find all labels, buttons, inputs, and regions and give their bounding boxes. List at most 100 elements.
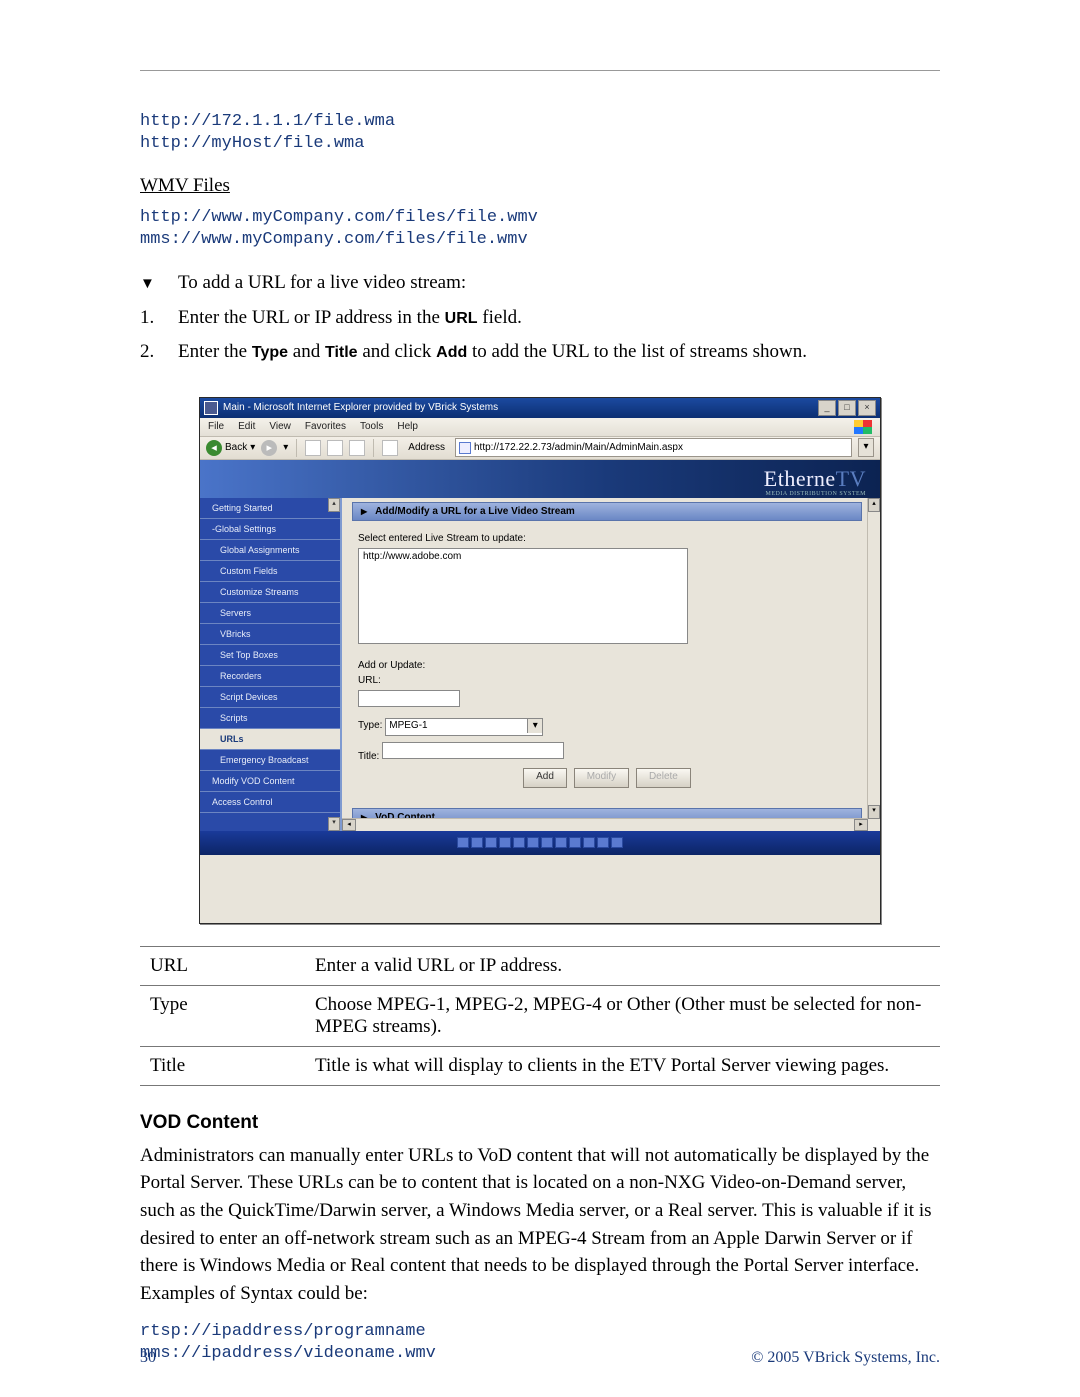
scroll-left-icon[interactable]: ◂ bbox=[342, 819, 356, 831]
vertical-scrollbar[interactable]: ▴ ▾ bbox=[867, 498, 880, 831]
step-number: 2. bbox=[140, 338, 158, 367]
sidebar-item-scripts[interactable]: Scripts bbox=[200, 708, 340, 729]
dropdown-icon: ▾ bbox=[250, 442, 255, 453]
scroll-down-icon[interactable]: ▾ bbox=[868, 805, 880, 819]
term: Title bbox=[140, 1046, 305, 1085]
address-dropdown[interactable]: ▾ bbox=[858, 438, 874, 457]
term: Type bbox=[140, 985, 305, 1046]
maximize-button[interactable]: □ bbox=[838, 400, 856, 416]
app-footer bbox=[200, 831, 880, 855]
sidebar-item-recorders[interactable]: Recorders bbox=[200, 666, 340, 687]
page-number: 30 bbox=[140, 1349, 156, 1367]
toolbar: ◂ Back ▾ ▸ ▾ Address http://172.22.2.73/… bbox=[200, 437, 880, 460]
minimize-button[interactable]: _ bbox=[818, 400, 836, 416]
url-label: URL: bbox=[358, 675, 381, 686]
scroll-down-icon[interactable]: ▾ bbox=[328, 817, 340, 831]
address-label: Address bbox=[404, 442, 449, 453]
sidebar-item-servers[interactable]: Servers bbox=[200, 603, 340, 624]
scroll-up-icon[interactable]: ▴ bbox=[868, 498, 880, 512]
address-bar[interactable]: http://172.22.2.73/admin/Main/AdminMain.… bbox=[455, 438, 852, 457]
arrow-icon: ▶ bbox=[361, 507, 367, 516]
main-panel: ▶ Add/Modify a URL for a Live Video Stre… bbox=[342, 498, 880, 831]
sidebar: ▴ Getting Started -Global Settings Globa… bbox=[200, 498, 342, 831]
section-live-stream[interactable]: ▶ Add/Modify a URL for a Live Video Stre… bbox=[352, 502, 862, 521]
desc: Enter a valid URL or IP address. bbox=[305, 946, 940, 985]
code-line: http://www.myCompany.com/files/file.wmv bbox=[140, 207, 940, 229]
menu-help[interactable]: Help bbox=[397, 421, 418, 432]
page-footer: 30 © 2005 VBrick Systems, Inc. bbox=[140, 1349, 940, 1367]
sidebar-item-global-settings[interactable]: -Global Settings bbox=[200, 519, 340, 540]
refresh-icon[interactable] bbox=[327, 440, 343, 456]
wmv-code-block: http://www.myCompany.com/files/file.wmv … bbox=[140, 207, 940, 251]
term: URL bbox=[140, 946, 305, 985]
banner: EtherneTV MEDIA DISTRIBUTION SYSTEM bbox=[200, 460, 880, 498]
definition-table: URL Enter a valid URL or IP address. Typ… bbox=[140, 946, 940, 1086]
step-text: Enter the URL or IP address in the URL f… bbox=[178, 304, 522, 333]
code-line: rtsp://ipaddress/programname bbox=[140, 1321, 940, 1343]
modify-button[interactable]: Modify bbox=[574, 768, 629, 788]
ie-window: Main - Microsoft Internet Explorer provi… bbox=[199, 397, 881, 924]
url-field[interactable] bbox=[358, 690, 460, 707]
sidebar-item-access-control[interactable]: Access Control bbox=[200, 792, 340, 813]
sidebar-item-custom-fields[interactable]: Custom Fields bbox=[200, 561, 340, 582]
sidebar-item-getting-started[interactable]: Getting Started bbox=[200, 498, 340, 519]
wmv-heading: WMV Files bbox=[140, 175, 940, 197]
step-number: 1. bbox=[140, 304, 158, 333]
windows-flag-icon bbox=[854, 420, 872, 434]
add-button[interactable]: Add bbox=[523, 768, 567, 788]
home-icon[interactable] bbox=[349, 440, 365, 456]
scroll-up-icon[interactable]: ▴ bbox=[328, 498, 340, 512]
window-title: Main - Microsoft Internet Explorer provi… bbox=[223, 402, 498, 413]
dropdown-icon: ▾ bbox=[283, 442, 288, 453]
menu-edit[interactable]: Edit bbox=[238, 421, 255, 432]
table-row: Title Title is what will display to clie… bbox=[140, 1046, 940, 1085]
menu-tools[interactable]: Tools bbox=[360, 421, 383, 432]
table-row: URL Enter a valid URL or IP address. bbox=[140, 946, 940, 985]
triangle-icon: ▼ bbox=[140, 269, 158, 298]
sidebar-item-emergency-broadcast[interactable]: Emergency Broadcast bbox=[200, 750, 340, 771]
forward-button[interactable]: ▸ bbox=[261, 440, 277, 456]
add-update-label: Add or Update: bbox=[358, 660, 856, 671]
step-text: Enter the Type and Title and click Add t… bbox=[178, 338, 807, 367]
horizontal-scrollbar[interactable]: ◂ ▸ bbox=[342, 818, 868, 831]
desc: Title is what will display to clients in… bbox=[305, 1046, 940, 1085]
code-line: http://myHost/file.wma bbox=[140, 133, 940, 155]
sidebar-item-global-assignments[interactable]: Global Assignments bbox=[200, 540, 340, 561]
type-label: Type: bbox=[358, 720, 382, 731]
title-label: Title: bbox=[358, 751, 379, 762]
back-button[interactable]: ◂ Back ▾ bbox=[206, 440, 255, 456]
address-value: http://172.22.2.73/admin/Main/AdminMain.… bbox=[474, 442, 683, 453]
menubar: File Edit View Favorites Tools Help bbox=[200, 418, 880, 437]
intro-text: To add a URL for a live video stream: bbox=[178, 269, 466, 298]
header-rule bbox=[140, 70, 940, 71]
sidebar-item-vbricks[interactable]: VBricks bbox=[200, 624, 340, 645]
stop-icon[interactable] bbox=[305, 440, 321, 456]
scroll-right-icon[interactable]: ▸ bbox=[854, 819, 868, 831]
sidebar-item-urls[interactable]: URLs bbox=[200, 729, 340, 750]
stream-list[interactable]: http://www.adobe.com bbox=[358, 548, 688, 644]
list-item[interactable]: http://www.adobe.com bbox=[363, 551, 683, 562]
menu-view[interactable]: View bbox=[269, 421, 291, 432]
type-select[interactable]: MPEG-1 bbox=[385, 718, 543, 736]
title-field[interactable] bbox=[382, 742, 564, 759]
delete-button[interactable]: Delete bbox=[636, 768, 691, 788]
sidebar-item-set-top-boxes[interactable]: Set Top Boxes bbox=[200, 645, 340, 666]
sidebar-item-script-devices[interactable]: Script Devices bbox=[200, 687, 340, 708]
sidebar-item-customize-streams[interactable]: Customize Streams bbox=[200, 582, 340, 603]
vod-heading: VOD Content bbox=[140, 1112, 940, 1134]
history-icon[interactable] bbox=[382, 440, 398, 456]
instructions: ▼ To add a URL for a live video stream: … bbox=[140, 269, 940, 367]
banner-subtitle: MEDIA DISTRIBUTION SYSTEM bbox=[765, 491, 866, 497]
banner-title: EtherneTV bbox=[764, 466, 866, 492]
copyright: © 2005 VBrick Systems, Inc. bbox=[751, 1349, 940, 1367]
ie-icon bbox=[204, 401, 218, 415]
wma-code-block: http://172.1.1.1/file.wma http://myHost/… bbox=[140, 111, 940, 155]
separator bbox=[296, 439, 297, 457]
close-button[interactable]: × bbox=[858, 400, 876, 416]
sidebar-item-modify-vod[interactable]: Modify VOD Content bbox=[200, 771, 340, 792]
vod-paragraph: Administrators can manually enter URLs t… bbox=[140, 1142, 940, 1307]
page-icon bbox=[459, 442, 471, 454]
separator bbox=[373, 439, 374, 457]
menu-favorites[interactable]: Favorites bbox=[305, 421, 346, 432]
menu-file[interactable]: File bbox=[208, 421, 224, 432]
